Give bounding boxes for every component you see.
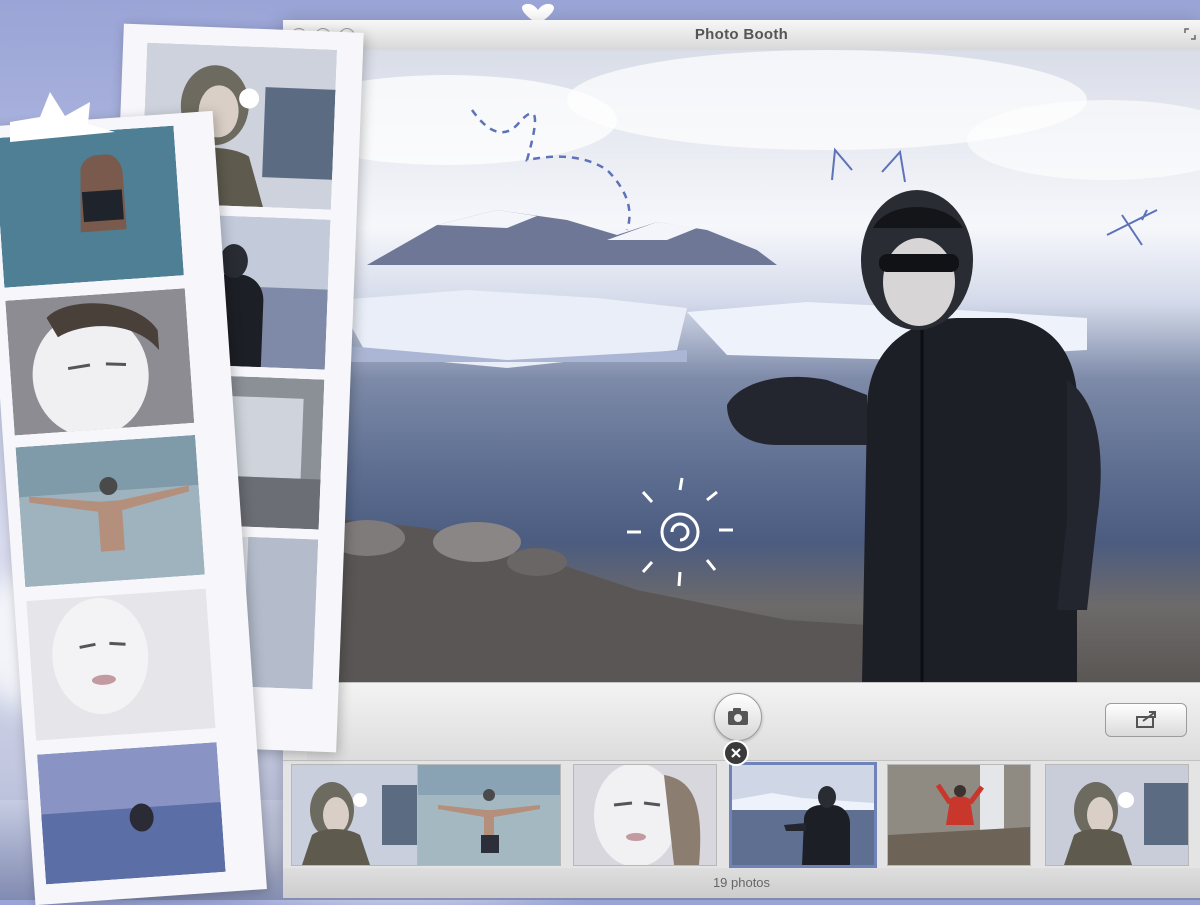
photo-booth-window: Photo Booth 19 photos <box>283 20 1200 898</box>
thumbnail-glacier-lagoon-jacket[interactable] <box>729 762 877 868</box>
strip-photo <box>5 288 195 436</box>
take-photo-button[interactable] <box>714 693 762 741</box>
control-bar <box>307 682 1200 761</box>
strip-photo <box>36 742 226 885</box>
burst-doodle <box>10 92 115 142</box>
thumbnail-waterfall-red-jacket[interactable] <box>887 764 1031 866</box>
thumbnail-tray <box>283 760 1200 869</box>
camera-icon <box>728 708 748 725</box>
window-title: Photo Booth <box>694 26 789 43</box>
thumbnail-mirror-selfie-flash[interactable] <box>1045 764 1189 866</box>
strip-photo <box>15 434 205 588</box>
thumbnail-arms-out-hot-spring[interactable] <box>417 764 561 866</box>
share-button[interactable] <box>1105 703 1187 737</box>
camera-preview <box>307 50 1200 682</box>
title-bar: Photo Booth <box>283 20 1200 51</box>
close-icon <box>731 748 741 758</box>
fullscreen-icon[interactable] <box>1184 28 1196 40</box>
preview-scene <box>307 50 1200 682</box>
strip-photo <box>26 588 216 741</box>
share-icon <box>1136 711 1156 728</box>
thumbnail-face-mask-closeup[interactable] <box>573 764 717 866</box>
photo-count-status: 19 photos <box>283 868 1200 898</box>
delete-photo-button[interactable] <box>723 740 749 766</box>
thumbnail-mirror-selfie-hood[interactable] <box>291 764 435 866</box>
strip-photo <box>0 125 184 288</box>
